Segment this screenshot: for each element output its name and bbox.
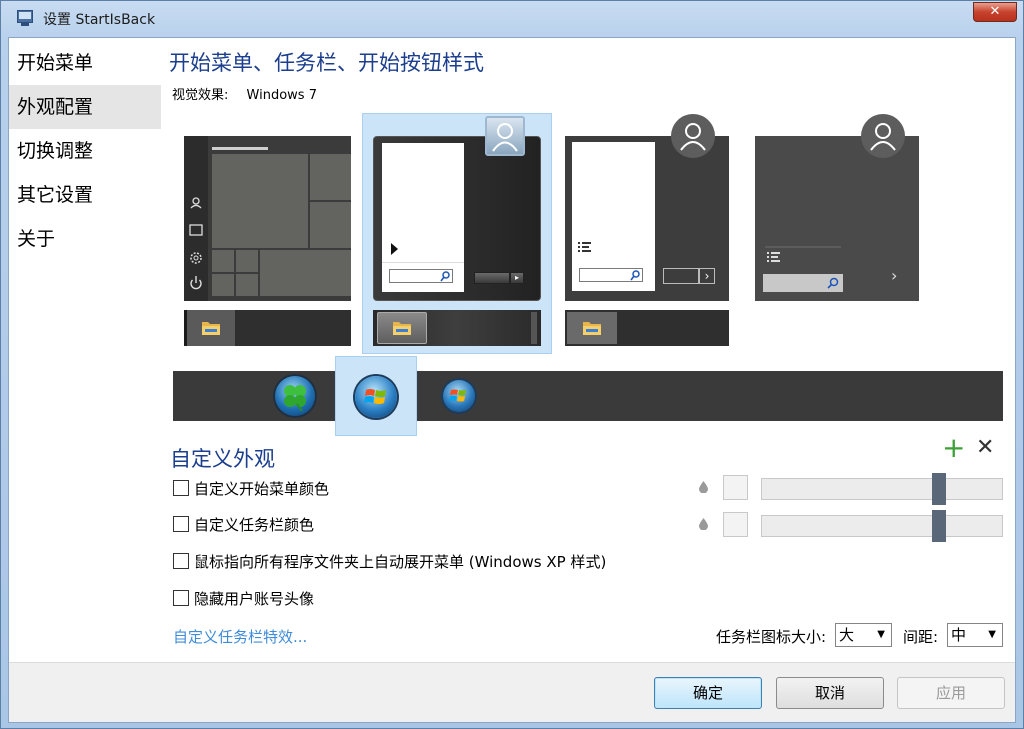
checkbox[interactable]: [173, 553, 189, 569]
search-icon: [440, 271, 450, 282]
remove-icon[interactable]: ✕: [976, 435, 994, 461]
style-option-windows8[interactable]: ›: [565, 136, 729, 301]
option-auto-expand-programs[interactable]: 鼠标指向所有程序文件夹上自动展开菜单 (Windows XP 样式): [173, 552, 606, 572]
all-programs-icon: [578, 242, 591, 252]
style-option-windows10-plain[interactable]: ›: [755, 136, 919, 301]
taskbar-preview-windows8[interactable]: [565, 310, 729, 346]
user-avatar-preview: [861, 114, 905, 158]
chevron-down-icon: ▼: [988, 629, 996, 640]
color-drop-icon: [699, 518, 708, 530]
visual-effect-value: Windows 7: [246, 88, 317, 103]
folder-icon: [393, 322, 411, 335]
option-custom-taskbar-color[interactable]: 自定义任务栏颜色: [173, 515, 314, 535]
spacing-select[interactable]: 中 ▼: [947, 623, 1003, 647]
custom-appearance-heading: 自定义外观: [170, 447, 275, 471]
user-avatar-preview: [485, 116, 525, 156]
taskbar-color-swatch[interactable]: [723, 512, 748, 537]
client-area: 开始菜单 外观配置 切换调整 其它设置 关于 开始菜单、任务栏、开始按钮样式 视…: [8, 37, 1016, 723]
slider-thumb[interactable]: [932, 510, 946, 542]
folder-icon: [202, 322, 220, 335]
checkbox[interactable]: [173, 590, 189, 606]
user-icon: [680, 123, 706, 151]
orb-option-windows7[interactable]: [355, 376, 397, 418]
checkbox[interactable]: [173, 480, 189, 496]
orb-option-clover[interactable]: [275, 376, 315, 416]
start-menu-color-swatch[interactable]: [723, 475, 748, 500]
option-label: 自定义开始菜单颜色: [194, 480, 330, 498]
checkbox[interactable]: [173, 516, 189, 532]
spacing-label: 间距:: [903, 628, 939, 646]
visual-effect-label: 视觉效果:: [172, 88, 229, 103]
icon-size-value: 大: [839, 626, 855, 644]
search-icon: [630, 270, 640, 281]
option-hide-user-avatar[interactable]: 隐藏用户账号头像: [173, 589, 314, 609]
spacing-value: 中: [951, 626, 967, 644]
close-button[interactable]: ✕: [973, 2, 1017, 22]
title-bar[interactable]: 设置 StartIsBack ✕: [1, 1, 1023, 37]
chevron-down-icon: ▼: [877, 629, 885, 640]
taskbar-effects-link[interactable]: 自定义任务栏特效...: [173, 626, 307, 647]
taskbar-preview-windows7[interactable]: [373, 310, 541, 346]
add-icon[interactable]: +: [942, 434, 965, 462]
dialog-footer: 确定 取消 应用: [9, 662, 1015, 722]
color-drop-icon: [699, 481, 708, 493]
option-label: 自定义任务栏颜色: [194, 516, 315, 534]
option-label: 鼠标指向所有程序文件夹上自动展开菜单 (Windows XP 样式): [194, 553, 607, 571]
windows-logo-icon: [364, 389, 386, 404]
user-icon: [870, 123, 896, 151]
close-icon: ✕: [989, 4, 1001, 19]
visual-effect: 视觉效果: Windows 7: [172, 84, 317, 103]
window-title: 设置 StartIsBack: [43, 12, 156, 28]
win10-side-icons: [189, 197, 203, 290]
apply-button[interactable]: 应用: [897, 677, 1005, 709]
cancel-button[interactable]: 取消: [776, 677, 884, 709]
style-option-windows7[interactable]: ▸: [373, 136, 541, 301]
style-option-windows10[interactable]: [184, 136, 351, 301]
windows-logo-icon: [449, 389, 466, 402]
icon-size-select[interactable]: 大 ▼: [835, 623, 892, 647]
taskbar-opacity-slider[interactable]: [761, 510, 1003, 542]
ok-button[interactable]: 确定: [654, 677, 762, 709]
icon-size-label: 任务栏图标大小:: [716, 628, 827, 646]
user-avatar-preview: [671, 114, 715, 158]
taskbar-preview-windows10[interactable]: [184, 310, 351, 346]
user-icon: [492, 123, 518, 152]
option-custom-start-color[interactable]: 自定义开始菜单颜色: [173, 479, 329, 499]
folder-icon: [583, 322, 601, 335]
option-label: 隐藏用户账号头像: [194, 590, 315, 608]
appearance-panel: 开始菜单、任务栏、开始按钮样式 视觉效果: Windows 7 ▸ › › 自定…: [9, 38, 1017, 662]
slider-thumb[interactable]: [932, 473, 946, 505]
settings-window: 设置 StartIsBack ✕ 开始菜单 外观配置 切换调整 其它设置 关于 …: [0, 0, 1024, 729]
clover-icon: [284, 385, 306, 412]
app-icon: [17, 10, 35, 26]
search-icon: [827, 277, 839, 289]
start-menu-opacity-slider[interactable]: [761, 473, 1003, 505]
orb-option-small[interactable]: [443, 380, 475, 412]
all-programs-icon: [767, 252, 780, 262]
style-heading: 开始菜单、任务栏、开始按钮样式: [169, 51, 484, 75]
